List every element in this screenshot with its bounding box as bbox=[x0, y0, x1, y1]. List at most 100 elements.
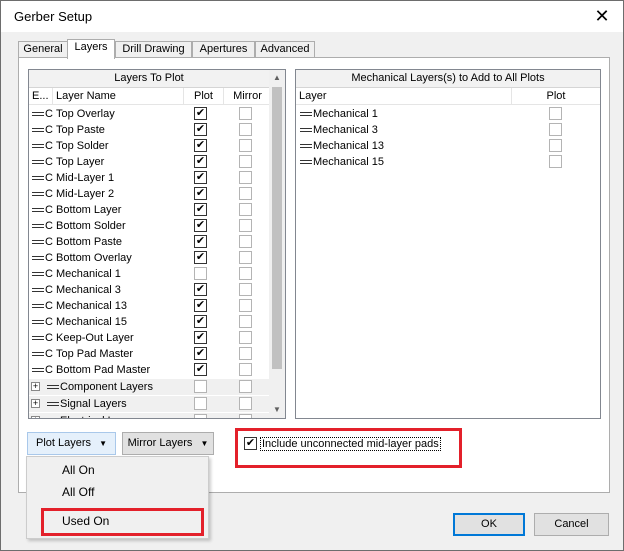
mechanical-layers-list[interactable]: Mechanical Layers(s) to Add to All Plots… bbox=[295, 69, 601, 419]
mirror-checkbox[interactable] bbox=[239, 187, 252, 200]
mech-plot-checkbox[interactable] bbox=[549, 155, 562, 168]
mirror-checkbox[interactable] bbox=[239, 299, 252, 312]
expand-icon[interactable]: + bbox=[31, 416, 40, 418]
mirror-checkbox[interactable] bbox=[239, 139, 252, 152]
layers-list-scrollbar[interactable]: ▲ ▼ bbox=[269, 70, 285, 418]
table-row[interactable]: C Bottom Overlay ✔ bbox=[29, 250, 271, 266]
mech-plot-checkbox[interactable] bbox=[549, 107, 562, 120]
cancel-button[interactable]: Cancel bbox=[534, 513, 609, 536]
plot-checkbox[interactable]: ✔ bbox=[194, 203, 207, 216]
mirror-layers-button[interactable]: Mirror Layers ▼ bbox=[122, 432, 214, 455]
group-plot-checkbox[interactable] bbox=[194, 397, 207, 410]
table-row[interactable]: Mechanical 1 bbox=[296, 106, 600, 122]
plot-checkbox[interactable]: ✔ bbox=[194, 363, 207, 376]
table-row[interactable]: C Mid-Layer 2 ✔ bbox=[29, 186, 271, 202]
plot-layers-button[interactable]: Plot Layers ▼ bbox=[27, 432, 116, 455]
plot-checkbox[interactable]: ✔ bbox=[194, 219, 207, 232]
table-row[interactable]: C Mechanical 15 ✔ bbox=[29, 314, 271, 330]
column-header-mirror[interactable]: Mirror bbox=[224, 88, 271, 105]
table-row[interactable]: C Top Layer ✔ bbox=[29, 154, 271, 170]
group-row[interactable]: + Component Layers bbox=[29, 379, 271, 395]
mirror-checkbox[interactable] bbox=[239, 363, 252, 376]
tab-apertures[interactable]: Apertures bbox=[192, 41, 255, 58]
layer-enabled-cell: C bbox=[32, 330, 54, 346]
mech-plot-checkbox[interactable] bbox=[549, 139, 562, 152]
group-mirror-checkbox[interactable] bbox=[239, 414, 252, 418]
mirror-checkbox[interactable] bbox=[239, 203, 252, 216]
group-plot-checkbox[interactable] bbox=[194, 414, 207, 418]
plot-checkbox[interactable]: ✔ bbox=[194, 315, 207, 328]
mirror-checkbox[interactable] bbox=[239, 347, 252, 360]
table-row[interactable]: C Bottom Layer ✔ bbox=[29, 202, 271, 218]
plot-checkbox[interactable]: ✔ bbox=[194, 155, 207, 168]
mech-plot-checkbox[interactable] bbox=[549, 123, 562, 136]
tab-general[interactable]: General bbox=[18, 41, 68, 58]
table-row[interactable]: C Mechanical 3 ✔ bbox=[29, 282, 271, 298]
include-unconnected-label[interactable]: Include unconnected mid-layer pads bbox=[260, 437, 441, 451]
table-row[interactable]: C Mid-Layer 1 ✔ bbox=[29, 170, 271, 186]
plot-checkbox[interactable]: ✔ bbox=[194, 171, 207, 184]
mirror-checkbox[interactable] bbox=[239, 123, 252, 136]
mirror-checkbox[interactable] bbox=[239, 267, 252, 280]
column-header-enabled[interactable]: E... bbox=[29, 88, 53, 105]
group-row[interactable]: + Signal Layers bbox=[29, 396, 271, 412]
column-header-plot[interactable]: Plot bbox=[184, 88, 224, 105]
menu-item-all-off[interactable]: All Off bbox=[62, 485, 94, 499]
mirror-checkbox[interactable] bbox=[239, 235, 252, 248]
plot-checkbox[interactable]: ✔ bbox=[194, 235, 207, 248]
table-row[interactable]: C Bottom Solder ✔ bbox=[29, 218, 271, 234]
scroll-thumb[interactable] bbox=[272, 87, 282, 369]
column-header-layer-name[interactable]: Layer Name bbox=[53, 88, 184, 105]
plot-checkbox[interactable]: ✔ bbox=[194, 283, 207, 296]
plot-checkbox[interactable]: ✔ bbox=[194, 123, 207, 136]
group-mirror-checkbox[interactable] bbox=[239, 380, 252, 393]
table-row[interactable]: C Top Overlay ✔ bbox=[29, 106, 271, 122]
plot-checkbox[interactable]: ✔ bbox=[194, 139, 207, 152]
table-row[interactable]: C Top Solder ✔ bbox=[29, 138, 271, 154]
table-row[interactable]: Mechanical 13 bbox=[296, 138, 600, 154]
plot-checkbox[interactable]: ✔ bbox=[194, 107, 207, 120]
plot-checkbox[interactable]: ✔ bbox=[194, 187, 207, 200]
expand-icon[interactable]: + bbox=[31, 399, 40, 408]
plot-checkbox[interactable] bbox=[194, 267, 207, 280]
menu-item-used-on[interactable]: Used On bbox=[62, 514, 109, 528]
group-row[interactable]: + Electrical Layers bbox=[29, 413, 271, 418]
mirror-checkbox[interactable] bbox=[239, 155, 252, 168]
include-unconnected-checkbox[interactable]: ✔ bbox=[244, 437, 257, 450]
plot-checkbox[interactable]: ✔ bbox=[194, 251, 207, 264]
column-header-layer[interactable]: Layer bbox=[296, 88, 512, 105]
group-plot-checkbox[interactable] bbox=[194, 380, 207, 393]
scroll-down-arrow-icon[interactable]: ▼ bbox=[269, 402, 285, 418]
title-bar[interactable]: Gerber Setup ✕ bbox=[1, 1, 623, 32]
mirror-checkbox[interactable] bbox=[239, 283, 252, 296]
mirror-checkbox[interactable] bbox=[239, 251, 252, 264]
table-row[interactable]: C Bottom Pad Master ✔ bbox=[29, 362, 271, 378]
close-button[interactable]: ✕ bbox=[581, 1, 623, 32]
column-header-mech-plot[interactable]: Plot bbox=[512, 88, 600, 105]
table-row[interactable]: C Top Paste ✔ bbox=[29, 122, 271, 138]
tab-drill-drawing[interactable]: Drill Drawing bbox=[115, 41, 192, 58]
scroll-up-arrow-icon[interactable]: ▲ bbox=[269, 70, 285, 86]
plot-checkbox[interactable]: ✔ bbox=[194, 331, 207, 344]
table-row[interactable]: C Mechanical 1 bbox=[29, 266, 271, 282]
plot-checkbox[interactable]: ✔ bbox=[194, 347, 207, 360]
table-row[interactable]: C Mechanical 13 ✔ bbox=[29, 298, 271, 314]
group-mirror-checkbox[interactable] bbox=[239, 397, 252, 410]
tab-advanced[interactable]: Advanced bbox=[255, 41, 315, 58]
mirror-checkbox[interactable] bbox=[239, 331, 252, 344]
table-row[interactable]: C Top Pad Master ✔ bbox=[29, 346, 271, 362]
table-row[interactable]: C Bottom Paste ✔ bbox=[29, 234, 271, 250]
mirror-checkbox[interactable] bbox=[239, 315, 252, 328]
layers-to-plot-list[interactable]: Layers To Plot E... Layer Name Plot Mirr… bbox=[28, 69, 286, 419]
table-row[interactable]: C Keep-Out Layer ✔ bbox=[29, 330, 271, 346]
mirror-checkbox[interactable] bbox=[239, 171, 252, 184]
table-row[interactable]: Mechanical 3 bbox=[296, 122, 600, 138]
plot-checkbox[interactable]: ✔ bbox=[194, 299, 207, 312]
mirror-checkbox[interactable] bbox=[239, 107, 252, 120]
ok-button[interactable]: OK bbox=[453, 513, 525, 536]
tab-layers[interactable]: Layers bbox=[67, 39, 115, 59]
menu-item-all-on[interactable]: All On bbox=[62, 463, 95, 477]
expand-icon[interactable]: + bbox=[31, 382, 40, 391]
table-row[interactable]: Mechanical 15 bbox=[296, 154, 600, 170]
mirror-checkbox[interactable] bbox=[239, 219, 252, 232]
